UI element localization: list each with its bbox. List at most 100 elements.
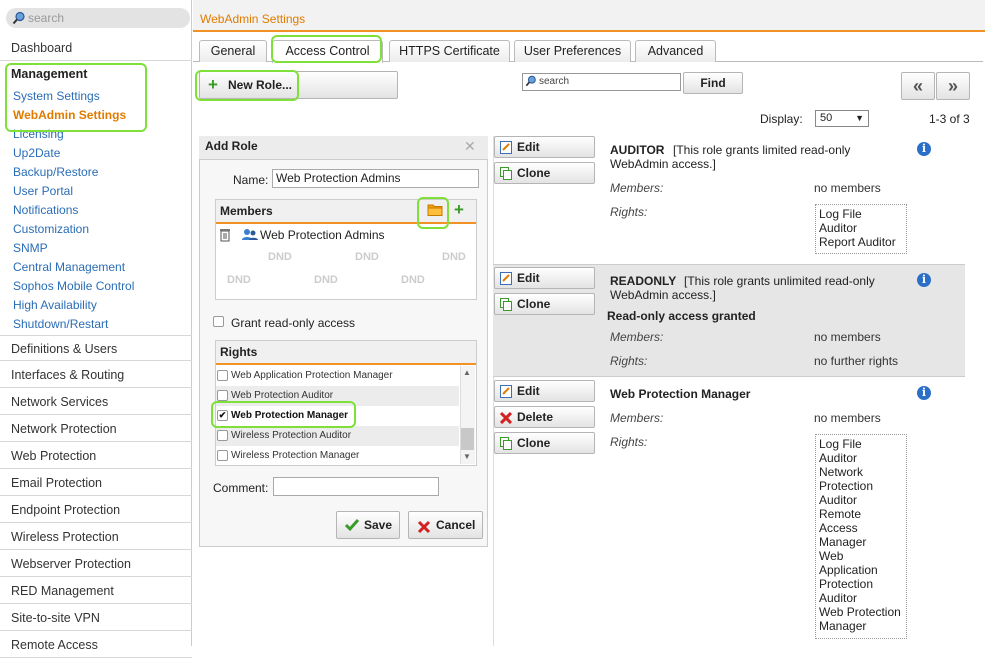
sidebar-section-management[interactable]: Management [11,67,87,81]
rights-checkbox[interactable] [217,390,228,401]
add-member-icon[interactable]: + [454,200,464,220]
sidebar-section[interactable]: Endpoint Protection [0,497,192,523]
sidebar-section[interactable]: Network Protection [0,416,192,442]
rights-option-label: Wireless Protection Manager [231,450,360,461]
sidebar-section[interactable]: Webserver Protection [0,551,192,577]
sidebar-section[interactable]: Remote Access [0,632,192,658]
edit-button[interactable]: Edit [494,267,595,289]
sidebar-subitem[interactable]: Shutdown/Restart [13,315,108,334]
rights-value: no further rights [814,354,899,368]
display-count-select[interactable]: 50 ▼ [815,110,869,127]
sidebar-subitem[interactable]: Up2Date [13,144,60,163]
member-item[interactable]: Web Protection Admins [260,228,385,242]
rights-option[interactable]: Web Application Protection Manager [216,366,459,386]
edit-icon [500,140,512,154]
dnd-placeholder: DND [314,274,338,286]
clone-icon [500,436,512,450]
clone-button[interactable]: Clone [494,293,595,315]
role-description: WebAdmin access.] [610,288,716,302]
new-role-button[interactable]: + New Role... [199,71,398,99]
rights-item: Web [819,549,844,563]
rights-checkbox[interactable] [217,430,228,441]
role-note: Read-only access granted [607,309,756,323]
sidebar-section[interactable]: Web Protection [0,443,192,469]
delete-button[interactable]: Delete [494,406,595,428]
trash-icon[interactable] [219,228,231,245]
sidebar-section[interactable]: Wireless Protection [0,524,192,550]
dnd-placeholder: DND [268,251,292,263]
edit-label: Edit [517,384,540,398]
save-button[interactable]: Save [336,511,400,539]
scrollbar-thumb[interactable] [461,428,474,450]
tab-general[interactable]: General [199,40,267,62]
search-placeholder: search [28,11,65,25]
members-label: Members: [610,181,664,195]
sidebar-subitem[interactable]: High Availability [13,296,97,315]
rights-option[interactable]: ✔ Web Protection Manager [216,406,459,426]
tab-https-certificate[interactable]: HTTPS Certificate [389,40,510,62]
rights-label: Rights: [610,435,648,449]
sidebar-section[interactable]: Email Protection [0,470,192,496]
folder-icon[interactable] [427,203,443,219]
previous-page-button[interactable]: « [901,72,935,100]
rights-item: Network [819,465,864,479]
sidebar-subitem[interactable]: Licensing [13,125,64,144]
edit-button[interactable]: Edit [494,136,595,158]
tab-access-control[interactable]: Access Control [272,40,383,63]
sidebar-section[interactable]: Network Services [0,389,192,415]
info-icon[interactable]: i [917,142,931,156]
rights-checkbox[interactable] [217,450,228,461]
rights-list: Log File Auditor Network Protection Auditor R… [815,434,907,639]
sidebar-subitem[interactable]: Notifications [13,201,78,220]
next-page-button[interactable]: » [936,72,970,100]
sidebar-subitem[interactable]: Sophos Mobile Control [13,277,134,296]
sidebar-section[interactable]: Site-to-site VPN [0,605,192,631]
info-icon[interactable]: i [917,273,931,287]
sidebar-subitem[interactable]: User Portal [13,182,73,201]
info-icon[interactable]: i [917,386,931,400]
sidebar-subitem[interactable]: Backup/Restore [13,163,98,182]
tab-advanced[interactable]: Advanced [635,40,716,62]
scroll-up-icon[interactable]: ▲ [463,368,471,377]
rights-option-label: Web Protection Auditor [231,390,334,401]
role-search-input[interactable]: search [522,73,681,91]
sidebar-subitem[interactable]: Central Management [13,258,125,277]
rights-label: Rights: [610,354,648,368]
find-button[interactable]: Find [683,72,743,94]
edit-icon [500,271,512,285]
rights-checkbox[interactable]: ✔ [217,410,228,421]
rights-item: Access [819,521,858,535]
comment-input[interactable] [273,477,439,496]
grant-read-only-checkbox[interactable] [213,316,224,327]
save-label: Save [364,518,393,532]
sidebar-section[interactable]: RED Management [0,578,192,604]
rights-checkbox[interactable] [217,370,228,381]
role-description: [This role grants limited read-only [673,143,851,157]
scroll-down-icon[interactable]: ▼ [463,452,471,461]
sidebar-subitem[interactable]: WebAdmin Settings [13,106,126,125]
search-icon [525,75,537,93]
sidebar-section[interactable]: Definitions & Users [0,335,192,361]
rights-option[interactable]: Wireless Protection Auditor [216,426,459,446]
grant-read-only-label: Grant read-only access [231,316,356,330]
rights-option[interactable]: Wireless Protection Manager [216,446,459,466]
sidebar-search-input[interactable]: search [6,8,190,28]
sidebar-subitem[interactable]: Customization [13,220,89,239]
close-icon[interactable]: ✕ [464,138,476,155]
edit-button[interactable]: Edit [494,380,595,402]
clone-button[interactable]: Clone [494,162,595,184]
role-name-input[interactable]: Web Protection Admins [272,169,479,188]
sidebar-item-dashboard[interactable]: Dashboard [0,35,192,61]
rights-label: Rights: [610,205,648,219]
sidebar-subitem[interactable]: System Settings [13,87,100,106]
rights-option[interactable]: Web Protection Auditor [216,386,459,406]
sidebar-subitem[interactable]: SNMP [13,239,48,258]
cancel-button[interactable]: Cancel [408,511,483,539]
display-count-value: 50 [820,112,833,124]
clone-button[interactable]: Clone [494,432,595,454]
sidebar-section[interactable]: Interfaces & Routing [0,362,192,388]
clone-label: Clone [517,166,551,180]
tab-user-preferences[interactable]: User Preferences [514,40,631,62]
rights-item: Protection [819,577,874,591]
comment-label: Comment: [213,481,269,495]
